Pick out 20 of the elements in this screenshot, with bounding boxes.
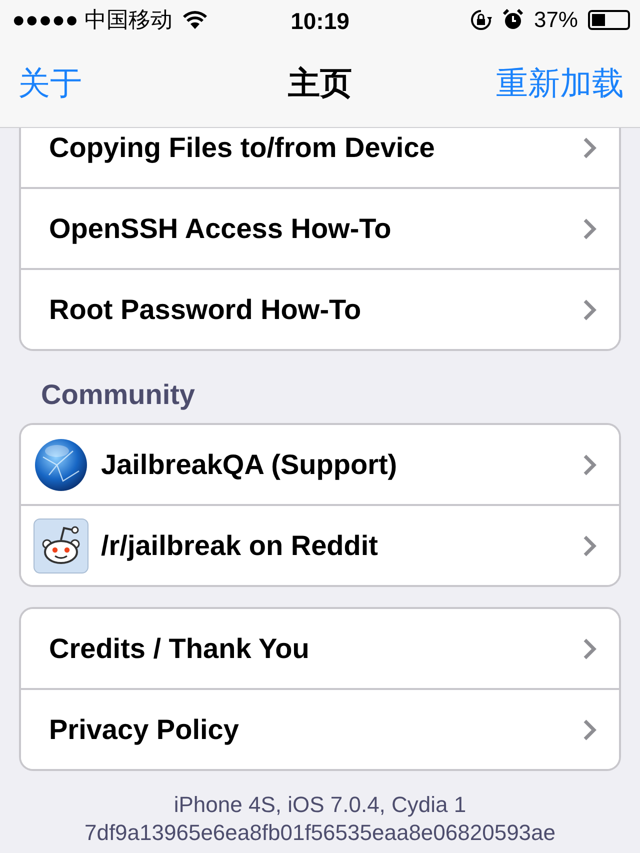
chevron-icon [583,638,597,660]
page-title: 主页 [288,65,352,101]
chevron-icon [583,718,597,740]
section-header: Community [41,379,195,410]
battery-percent: 37% [534,7,578,33]
chevron-icon [583,218,597,240]
wifi-icon [182,11,207,29]
chevron-icon [583,298,597,320]
carrier-name: ●●●●● 中国移动 [12,6,173,34]
chevron-icon [583,136,597,158]
footer-text: iPhone 4S, iOS 7.0.4, Cydia 1 [172,791,468,819]
alarm-icon [502,9,524,31]
chevron-icon [583,534,597,556]
battery-icon [588,10,630,30]
globe-icon [33,436,89,492]
rotation-lock-icon [470,9,492,31]
status-time: 10:19 [290,8,350,34]
alien-mascot-icon [33,518,89,574]
footer-text: 7df9a13965e6ea8fb01f56535eaa8e06820593ae [83,819,557,847]
chevron-icon [583,454,597,476]
